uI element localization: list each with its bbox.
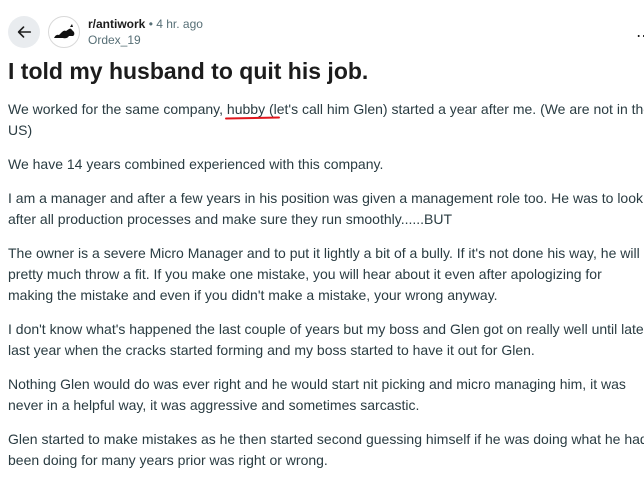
paragraph-7-line-1: Glen started to make mistakes as he then… xyxy=(8,431,644,447)
subreddit-avatar-icon xyxy=(54,24,75,39)
post-meta: r/antiwork • 4 hr. ago Ordex_19 xyxy=(88,16,203,48)
paragraph-5-line-1: I don't know what's happened the last co… xyxy=(8,321,644,337)
author-link[interactable]: Ordex_19 xyxy=(88,32,203,48)
post-time: 4 hr. ago xyxy=(156,17,203,31)
post-title: I told my husband to quit his job. xyxy=(8,58,369,84)
back-button[interactable] xyxy=(8,16,40,48)
paragraph-1-text-c: US) xyxy=(8,122,33,138)
more-options-icon[interactable]: ⋯ xyxy=(636,26,644,46)
paragraph-1-text-a: We worked for the same company, xyxy=(8,101,227,117)
post-body: We worked for the same company, hubby (l… xyxy=(8,99,644,484)
paragraph-5-line-2: last year when the cracks started formin… xyxy=(8,342,535,358)
separator-dot: • xyxy=(148,17,153,31)
arrow-left-icon xyxy=(17,26,32,38)
paragraph-7: Glen started to make mistakes as he then… xyxy=(8,429,644,471)
paragraph-6-line-2: never in a helpful way, it was aggressiv… xyxy=(8,397,420,413)
paragraph-1: We worked for the same company, hubby (l… xyxy=(8,99,644,141)
paragraph-4-line-3: making the mistake and even if you didn'… xyxy=(8,287,498,303)
paragraph-6: Nothing Glen would do was ever right and… xyxy=(8,374,644,416)
paragraph-4: The owner is a severe Micro Manager and … xyxy=(8,243,644,306)
paragraph-5: I don't know what's happened the last co… xyxy=(8,319,644,361)
paragraph-3-line-2: after all production processes and make … xyxy=(8,211,453,227)
subreddit-link[interactable]: r/antiwork xyxy=(88,17,145,31)
paragraph-4-line-2: pretty much throw a fit. If you make one… xyxy=(8,266,602,282)
highlighted-word: hubby ( xyxy=(226,101,274,117)
paragraph-3: I am a manager and after a few years in … xyxy=(8,188,644,230)
paragraph-3-line-1: I am a manager and after a few years in … xyxy=(8,190,644,206)
paragraph-1-text-b: let's call him Glen) started a year afte… xyxy=(273,101,644,117)
post-header: r/antiwork • 4 hr. ago Ordex_19 ⋯ xyxy=(8,14,644,58)
subreddit-avatar[interactable] xyxy=(48,16,80,48)
paragraph-7-line-2: been doing for many years prior was righ… xyxy=(8,452,328,468)
paragraph-6-line-1: Nothing Glen would do was ever right and… xyxy=(8,376,626,392)
paragraph-4-line-1: The owner is a severe Micro Manager and … xyxy=(8,245,640,261)
paragraph-2: We have 14 years combined experienced wi… xyxy=(8,156,384,172)
